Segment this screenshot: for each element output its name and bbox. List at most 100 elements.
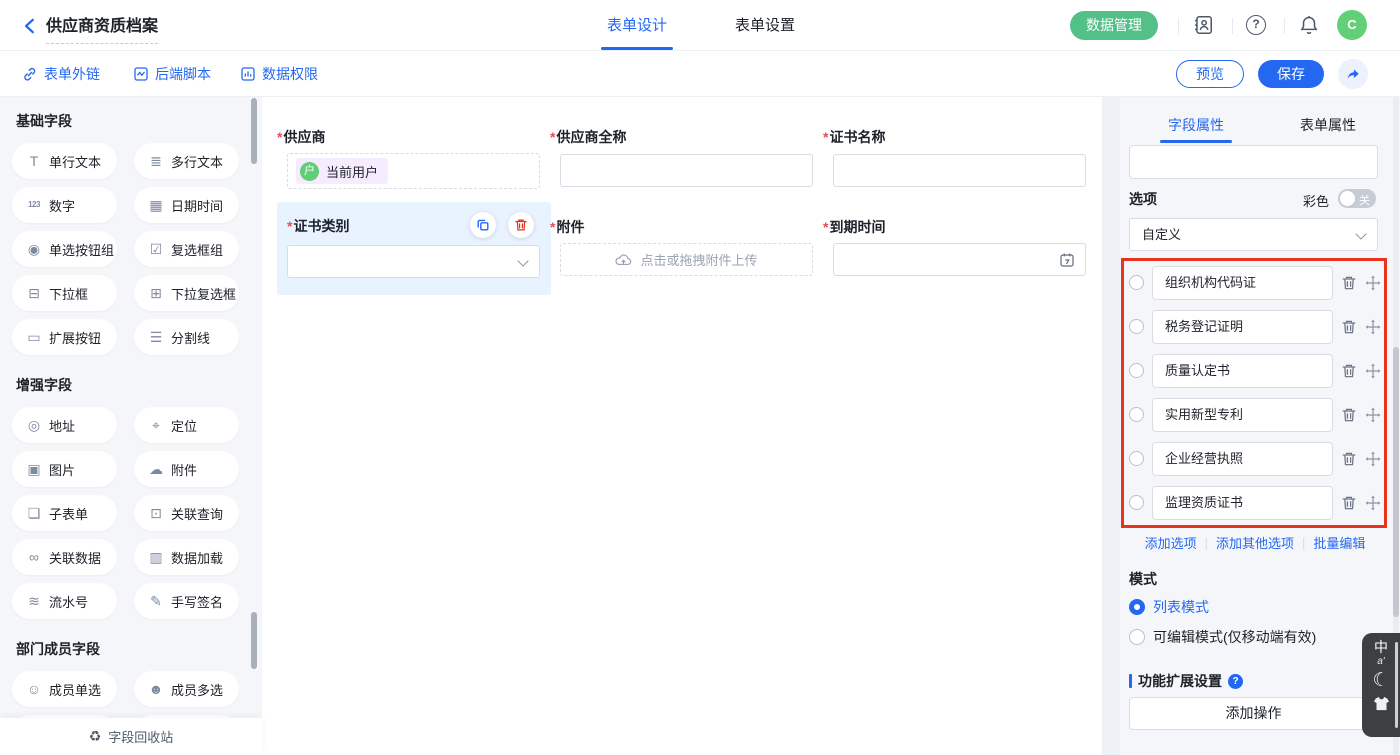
sidebar-item-number[interactable]: 123数字 [12, 187, 117, 223]
expire-time-date-input[interactable] [833, 243, 1086, 276]
sidebar-item-image[interactable]: ▣图片 [12, 451, 117, 487]
sidebar-item-dropdown-multi[interactable]: ⊞下拉复选框 [134, 275, 239, 311]
form-external-link-button[interactable]: 表单外链 [22, 64, 100, 84]
sidebar-item-linked-data[interactable]: ∞关联数据 [12, 539, 117, 575]
cert-name-field-input[interactable] [833, 154, 1086, 187]
sidebar-item-subform[interactable]: ❏子表单 [12, 495, 117, 531]
mode-radio-editable[interactable]: 可编辑模式(仅移动端有效) [1129, 627, 1316, 647]
save-button[interactable]: 保存 [1258, 60, 1324, 88]
option-source-select[interactable]: 自定义 [1129, 218, 1378, 251]
selected-field-cert-type[interactable]: *证书类别 [277, 202, 551, 295]
supplier-full-field-input[interactable] [560, 154, 813, 187]
sidebar-item-serial[interactable]: ≋流水号 [12, 583, 117, 619]
delete-option-icon[interactable] [1341, 451, 1357, 467]
backend-script-button[interactable]: 后端脚本 [133, 64, 211, 84]
option-value-input[interactable]: 税务登记证明 [1152, 310, 1333, 344]
add-other-option-link[interactable]: 添加其他选项 [1216, 533, 1294, 552]
contacts-icon[interactable] [1192, 14, 1214, 36]
move-option-icon[interactable] [1365, 275, 1381, 291]
delete-option-icon[interactable] [1341, 363, 1357, 379]
sidebar-item-data-load[interactable]: ▥数据加载 [134, 539, 239, 575]
option-radio[interactable] [1129, 451, 1144, 466]
field-recycle-bin[interactable]: ♻ 字段回收站 [0, 718, 262, 755]
sidebar-item-signature[interactable]: ✎手写签名 [134, 583, 239, 619]
theme-shirt-icon[interactable] [1373, 696, 1390, 711]
divider [1178, 18, 1179, 34]
sidebar-item-extend-button[interactable]: ▭扩展按钮 [12, 319, 117, 355]
add-action-button[interactable]: 添加操作 [1129, 697, 1378, 730]
data-manage-button[interactable]: 数据管理 [1070, 11, 1158, 40]
delete-option-icon[interactable] [1341, 495, 1357, 511]
option-radio[interactable] [1129, 407, 1144, 422]
color-toggle[interactable]: 关 [1338, 189, 1376, 208]
option-value-input[interactable]: 监理资质证书 [1152, 486, 1333, 520]
field-label-expire-time: *到期时间 [823, 217, 885, 237]
sidebar-item-member-multi[interactable]: ☻成员多选 [134, 671, 239, 707]
user-avatar[interactable]: C [1337, 10, 1367, 40]
extension-settings-header: 功能扩展设置 ? [1129, 671, 1243, 691]
sidebar-scrollbar-thumb-lower[interactable] [251, 612, 257, 669]
form-canvas[interactable]: *供应商 *供应商全称 *证书名称 户 当前用户 *证书类别 *附件 *到期时间… [262, 97, 1102, 755]
sidebar-item-divider[interactable]: ☰分割线 [134, 319, 239, 355]
move-option-icon[interactable] [1365, 451, 1381, 467]
field-label-attachment: *附件 [550, 217, 584, 237]
sidebar-item-text-single[interactable]: T单行文本 [12, 143, 117, 179]
option-value-input[interactable]: 组织机构代码证 [1152, 266, 1333, 300]
delete-option-icon[interactable] [1341, 407, 1357, 423]
option-radio[interactable] [1129, 275, 1144, 290]
preview-button[interactable]: 预览 [1176, 60, 1244, 88]
delete-option-icon[interactable] [1341, 319, 1357, 335]
option-row: 监理资质证书 [1120, 486, 1388, 520]
sidebar-scrollbar-thumb[interactable] [251, 98, 257, 164]
option-value-input[interactable]: 企业经营执照 [1152, 442, 1333, 476]
sidebar-item-radio-group[interactable]: ◉单选按钮组 [12, 231, 117, 267]
option-radio[interactable] [1129, 319, 1144, 334]
option-value-input[interactable]: 质量认定书 [1152, 354, 1333, 388]
sidebar-section-title: 基础字段 [16, 111, 246, 131]
sidebar-item-member-single[interactable]: ☺成员单选 [12, 671, 117, 707]
sidebar-item-linked-query[interactable]: ⊡关联查询 [134, 495, 239, 531]
sidebar-item-attachment[interactable]: ☁附件 [134, 451, 239, 487]
sidebar-item-location[interactable]: ⌖定位 [134, 407, 239, 443]
move-option-icon[interactable] [1365, 407, 1381, 423]
delete-option-icon[interactable] [1341, 275, 1357, 291]
option-value-input[interactable]: 实用新型专利 [1152, 398, 1333, 432]
tab-form-settings[interactable]: 表单设置 [729, 14, 801, 35]
panel-scrollbar-thumb[interactable] [1393, 347, 1399, 617]
mode-radio-list[interactable]: 列表模式 [1129, 597, 1209, 617]
dark-mode-moon-icon[interactable]: ☾ [1372, 669, 1389, 693]
tab-form-design[interactable]: 表单设计 [601, 14, 673, 35]
help-icon[interactable]: ? [1246, 15, 1266, 35]
attachment-upload-area[interactable]: 点击或拖拽附件上传 [560, 243, 813, 276]
data-permission-button[interactable]: 数据权限 [240, 64, 318, 84]
option-radio[interactable] [1129, 363, 1144, 378]
option-radio[interactable] [1129, 495, 1144, 510]
chevron-down-icon [517, 255, 528, 266]
share-button[interactable] [1338, 59, 1368, 89]
sidebar-item-address[interactable]: ◎地址 [12, 407, 117, 443]
page-scrollbar-thumb[interactable] [1395, 642, 1398, 728]
move-option-icon[interactable] [1365, 495, 1381, 511]
cert-type-select[interactable] [287, 245, 540, 278]
radio-unselected-icon [1129, 629, 1145, 645]
move-option-icon[interactable] [1365, 363, 1381, 379]
sidebar-item-checkbox-group[interactable]: ☑复选框组 [134, 231, 239, 267]
delete-field-button[interactable] [508, 212, 534, 238]
supplier-field-input[interactable]: 户 当前用户 [287, 153, 540, 189]
sidebar-item-datetime[interactable]: ▦日期时间 [134, 187, 239, 223]
tab-field-properties[interactable]: 字段属性 [1156, 115, 1236, 135]
translate-icon[interactable]: 中 [1374, 640, 1388, 655]
add-option-link[interactable]: 添加选项 [1145, 533, 1197, 552]
section-accent-bar [1129, 674, 1132, 688]
batch-edit-link[interactable]: 批量编辑 [1313, 533, 1365, 552]
sidebar-item-text-multi[interactable]: ≣多行文本 [134, 143, 239, 179]
help-icon[interactable]: ? [1228, 674, 1243, 689]
sidebar-item-dropdown[interactable]: ⊟下拉框 [12, 275, 117, 311]
tab-form-properties[interactable]: 表单属性 [1288, 115, 1368, 135]
move-option-icon[interactable] [1365, 319, 1381, 335]
field-title-input[interactable] [1129, 145, 1378, 179]
back-icon[interactable] [21, 17, 39, 35]
copy-field-button[interactable] [470, 212, 496, 238]
form-toolbar: 表单外链 后端脚本 数据权限 预览 保存 [0, 51, 1400, 97]
bell-icon[interactable] [1298, 14, 1320, 36]
